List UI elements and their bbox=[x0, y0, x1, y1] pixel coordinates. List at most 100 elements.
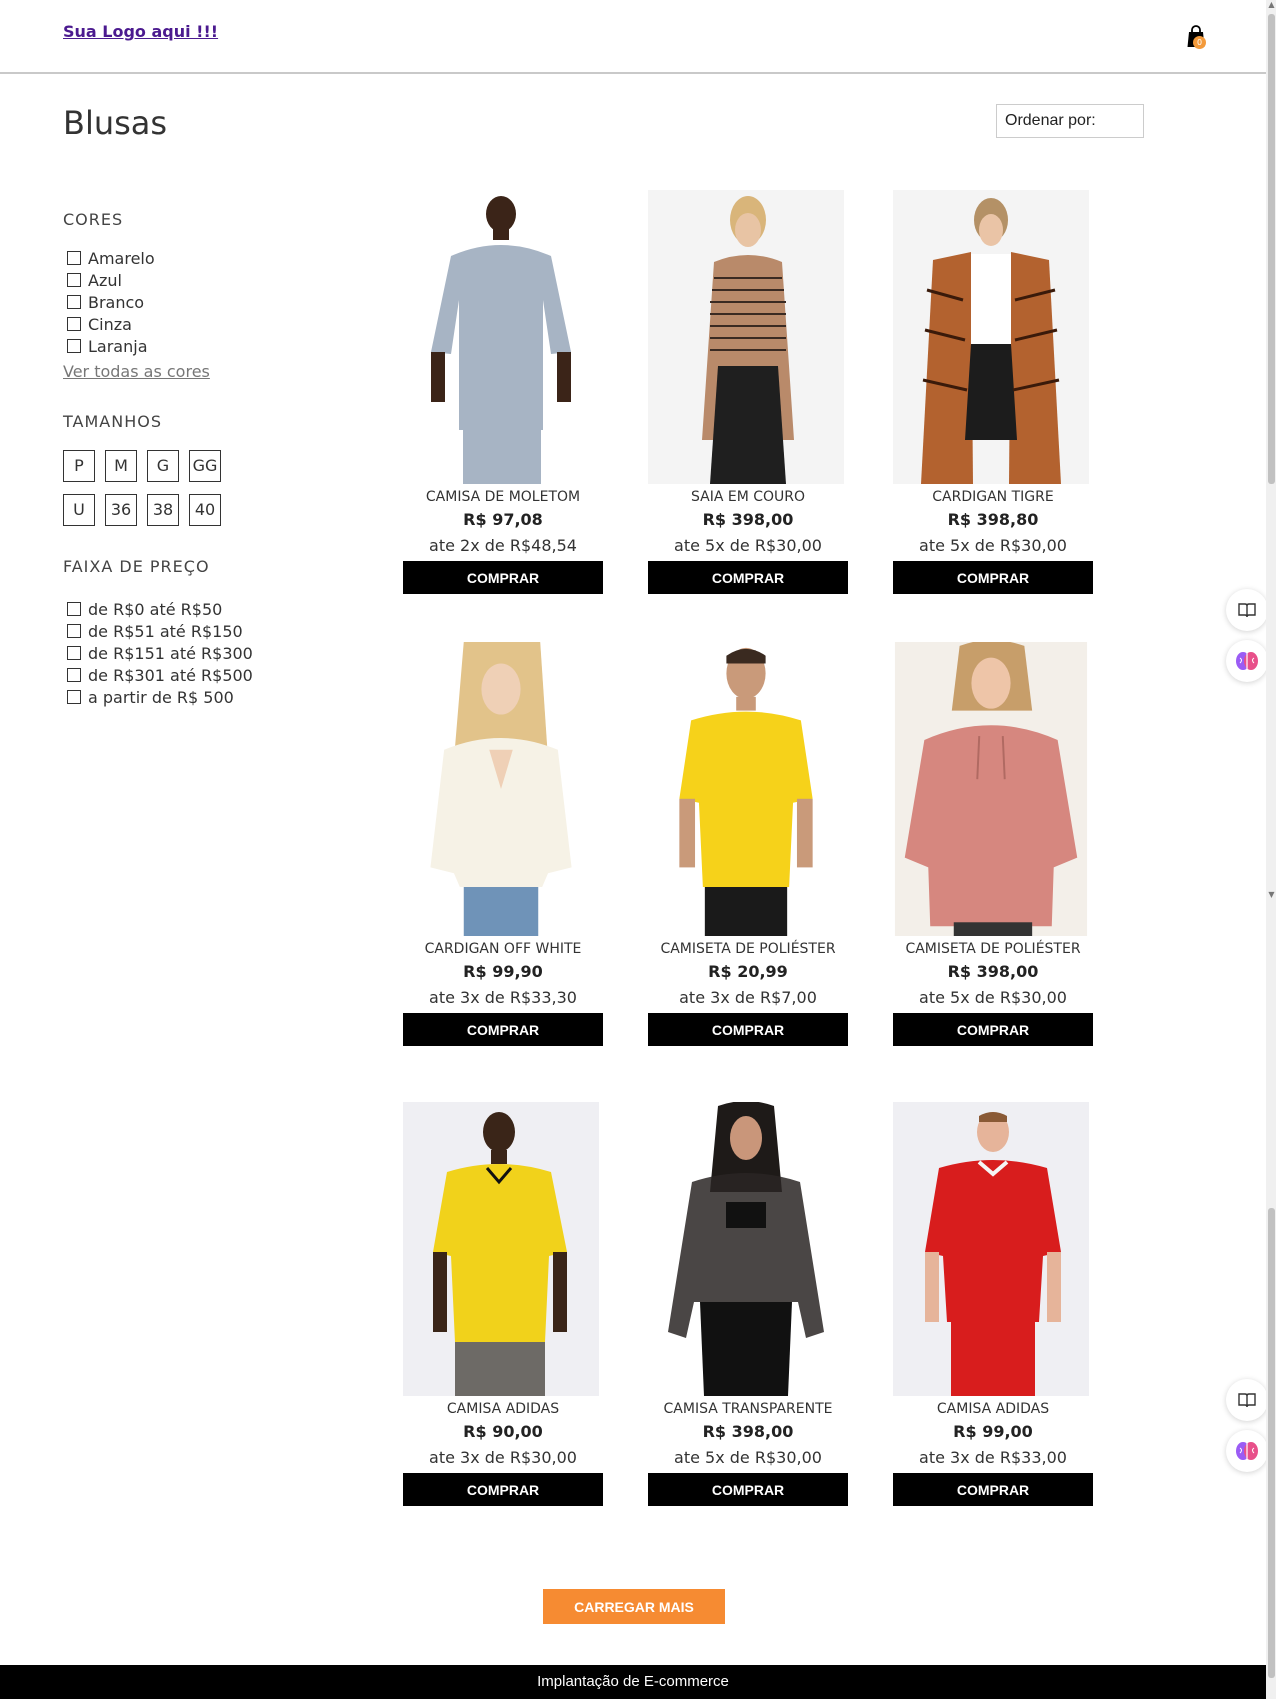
product-price: R$ 99,90 bbox=[463, 962, 543, 981]
buy-button[interactable]: COMPRAR bbox=[403, 1473, 603, 1506]
price-label: de R$151 até R$300 bbox=[88, 643, 253, 663]
colors-filter-title: CORES bbox=[63, 210, 124, 229]
product-image[interactable] bbox=[893, 190, 1089, 484]
checkbox[interactable] bbox=[67, 690, 81, 704]
product-image[interactable] bbox=[893, 642, 1089, 936]
product-price: R$ 398,00 bbox=[947, 962, 1039, 981]
checkbox[interactable] bbox=[67, 251, 81, 265]
product-installments: ate 5x de R$30,00 bbox=[674, 1448, 822, 1467]
checkbox[interactable] bbox=[67, 668, 81, 682]
scrollbar-thumb[interactable] bbox=[1268, 14, 1275, 484]
product-card: CAMISA TRANSPARENTE R$ 398,00 ate 5x de … bbox=[648, 1102, 848, 1506]
load-more-button[interactable]: CARREGAR MAIS bbox=[543, 1589, 725, 1624]
sizes-filter: P M G GG U 36 38 40 bbox=[63, 450, 233, 526]
product-card: CAMISETA DE POLIÉSTER R$ 398,00 ate 5x d… bbox=[893, 642, 1093, 1046]
brain-icon[interactable] bbox=[1226, 640, 1266, 682]
product-installments: ate 3x de R$33,00 bbox=[919, 1448, 1067, 1467]
cart-count-badge: 0 bbox=[1193, 36, 1206, 49]
product-price: R$ 20,99 bbox=[708, 962, 788, 981]
price-label: de R$301 até R$500 bbox=[88, 665, 253, 685]
checkbox[interactable] bbox=[67, 339, 81, 353]
buy-button[interactable]: COMPRAR bbox=[893, 1013, 1093, 1046]
product-card: CAMISA DE MOLETOM R$ 97,08 ate 2x de R$4… bbox=[403, 190, 603, 594]
size-option-38[interactable]: 38 bbox=[147, 494, 179, 526]
scrollbar-thumb[interactable] bbox=[1268, 1208, 1275, 1678]
color-option[interactable]: Laranja bbox=[67, 335, 155, 357]
product-card: CAMISA ADIDAS R$ 90,00 ate 3x de R$30,00… bbox=[403, 1102, 603, 1506]
price-option[interactable]: a partir de R$ 500 bbox=[67, 686, 253, 708]
brain-icon[interactable] bbox=[1226, 1430, 1266, 1472]
product-name: CAMISETA DE POLIÉSTER bbox=[905, 941, 1081, 957]
buy-button[interactable]: COMPRAR bbox=[893, 1473, 1093, 1506]
site-header: Sua Logo aqui !!! 0 bbox=[0, 0, 1266, 74]
scroll-up-arrow-icon[interactable]: ▲ bbox=[1267, 0, 1276, 12]
checkbox[interactable] bbox=[67, 646, 81, 660]
buy-button[interactable]: COMPRAR bbox=[648, 1013, 848, 1046]
size-option-36[interactable]: 36 bbox=[105, 494, 137, 526]
size-option-m[interactable]: M bbox=[105, 450, 137, 482]
checkbox[interactable] bbox=[67, 624, 81, 638]
product-price: R$ 398,00 bbox=[702, 510, 794, 529]
product-card: CAMISA ADIDAS R$ 99,00 ate 3x de R$33,00… bbox=[893, 1102, 1093, 1506]
product-image[interactable] bbox=[403, 190, 599, 484]
color-option[interactable]: Branco bbox=[67, 291, 155, 313]
size-option-u[interactable]: U bbox=[63, 494, 95, 526]
price-option[interactable]: de R$0 até R$50 bbox=[67, 598, 253, 620]
checkbox[interactable] bbox=[67, 317, 81, 331]
product-image[interactable] bbox=[403, 1102, 599, 1396]
scroll-down-arrow-icon[interactable]: ▼ bbox=[1267, 890, 1276, 902]
buy-button[interactable]: COMPRAR bbox=[403, 561, 603, 594]
see-all-colors-link[interactable]: Ver todas as cores bbox=[63, 362, 210, 381]
book-reader-icon[interactable] bbox=[1226, 1379, 1266, 1421]
size-option-gg[interactable]: GG bbox=[189, 450, 221, 482]
buy-button[interactable]: COMPRAR bbox=[648, 1473, 848, 1506]
product-card: CAMISETA DE POLIÉSTER R$ 20,99 ate 3x de… bbox=[648, 642, 848, 1046]
product-image[interactable] bbox=[648, 1102, 844, 1396]
color-label: Azul bbox=[88, 270, 122, 290]
size-option-p[interactable]: P bbox=[63, 450, 95, 482]
product-image[interactable] bbox=[893, 1102, 1089, 1396]
color-label: Cinza bbox=[88, 314, 132, 334]
book-reader-icon[interactable] bbox=[1226, 589, 1266, 631]
product-price: R$ 99,00 bbox=[953, 1422, 1033, 1441]
price-label: de R$51 até R$150 bbox=[88, 621, 243, 641]
size-option-g[interactable]: G bbox=[147, 450, 179, 482]
price-option[interactable]: de R$51 até R$150 bbox=[67, 620, 253, 642]
product-installments: ate 2x de R$48,54 bbox=[429, 536, 577, 555]
product-price: R$ 398,00 bbox=[702, 1422, 794, 1441]
price-option[interactable]: de R$151 até R$300 bbox=[67, 642, 253, 664]
buy-button[interactable]: COMPRAR bbox=[648, 561, 848, 594]
product-image[interactable] bbox=[648, 190, 844, 484]
product-name: CAMISA ADIDAS bbox=[446, 1401, 560, 1417]
product-image[interactable] bbox=[403, 642, 599, 936]
checkbox[interactable] bbox=[67, 602, 81, 616]
product-price: R$ 90,00 bbox=[463, 1422, 543, 1441]
color-label: Laranja bbox=[88, 336, 148, 356]
checkbox[interactable] bbox=[67, 273, 81, 287]
sort-select[interactable]: Ordenar por: bbox=[996, 104, 1144, 138]
page-title: Blusas bbox=[63, 104, 168, 142]
product-image[interactable] bbox=[648, 642, 844, 936]
size-option-40[interactable]: 40 bbox=[189, 494, 221, 526]
color-option[interactable]: Azul bbox=[67, 269, 155, 291]
color-label: Branco bbox=[88, 292, 145, 312]
product-installments: ate 3x de R$33,30 bbox=[429, 988, 577, 1007]
logo-link[interactable]: Sua Logo aqui !!! bbox=[63, 22, 218, 41]
product-installments: ate 3x de R$7,00 bbox=[679, 988, 817, 1007]
product-price: R$ 398,80 bbox=[947, 510, 1039, 529]
buy-button[interactable]: COMPRAR bbox=[403, 1013, 603, 1046]
color-option[interactable]: Amarelo bbox=[67, 247, 155, 269]
price-option[interactable]: de R$301 até R$500 bbox=[67, 664, 253, 686]
price-filter-title: FAIXA DE PREÇO bbox=[63, 557, 210, 576]
product-installments: ate 5x de R$30,00 bbox=[674, 536, 822, 555]
color-option[interactable]: Cinza bbox=[67, 313, 155, 335]
product-installments: ate 5x de R$30,00 bbox=[919, 988, 1067, 1007]
product-name: CAMISETA DE POLIÉSTER bbox=[660, 941, 836, 957]
buy-button[interactable]: COMPRAR bbox=[893, 561, 1093, 594]
product-name: CARDIGAN OFF WHITE bbox=[424, 941, 582, 957]
checkbox[interactable] bbox=[67, 295, 81, 309]
price-filter-list: de R$0 até R$50 de R$51 até R$150 de R$1… bbox=[67, 598, 253, 708]
product-name: CAMISA ADIDAS bbox=[936, 1401, 1050, 1417]
color-label: Amarelo bbox=[88, 248, 155, 268]
price-label: a partir de R$ 500 bbox=[88, 687, 234, 707]
